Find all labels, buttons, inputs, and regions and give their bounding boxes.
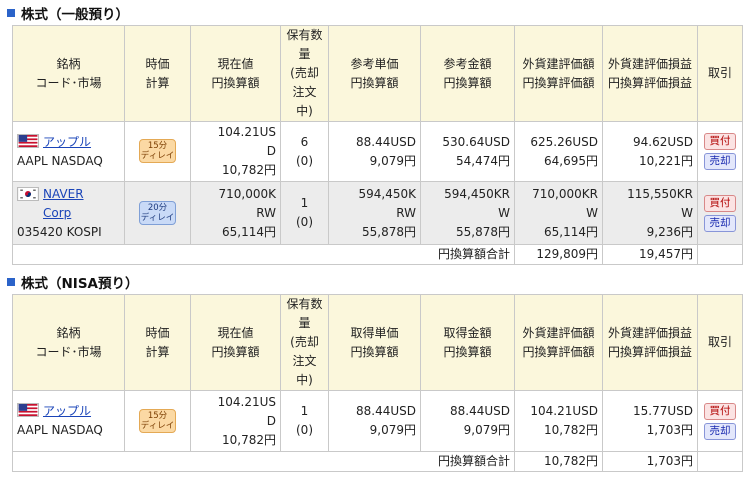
section-title-general: 株式（一般預り） <box>4 3 129 23</box>
stock-cell: アップル AAPL NASDAQ <box>12 390 125 452</box>
stock-cell: NAVER Corp 035420 KOSPI <box>12 181 125 245</box>
delay-cell: 20分 ディレイ <box>124 181 191 245</box>
stock-cell: アップル AAPL NASDAQ <box>12 121 125 182</box>
code-market: 035420 KOSPI <box>17 224 102 239</box>
eval-pl: 94.62USD 10,221円 <box>602 121 698 182</box>
buy-button[interactable]: 買付 <box>704 133 736 150</box>
quantity: 1 (0) <box>280 390 329 452</box>
eval-amount: 625.26USD 64,695円 <box>514 121 603 182</box>
trade-cell: 買付 売却 <box>697 181 743 245</box>
ref-amount: 594,450KR W 55,878円 <box>420 181 515 245</box>
current-price: 104.21US D 10,782円 <box>190 390 281 452</box>
header-quantity: 保有数 量 (売却 注文 中) <box>280 25 329 122</box>
total-row: 円換算額合計 10,782円 1,703円 <box>12 451 743 472</box>
current-price: 104.21US D 10,782円 <box>190 121 281 182</box>
header-pl: 外貨建評価損益 円換算評価損益 <box>602 25 698 122</box>
trade-cell: 買付 売却 <box>697 121 743 182</box>
us-flag-icon <box>17 133 39 148</box>
delay-cell: 15分 ディレイ <box>124 390 191 452</box>
header-current-price: 現在値 円換算額 <box>190 25 281 122</box>
square-bullet-icon <box>7 278 15 286</box>
ref-amount: 530.64USD 54,474円 <box>420 121 515 182</box>
stock-name-link[interactable]: アップル <box>43 135 91 149</box>
ref-unit: 594,450K RW 55,878円 <box>328 181 421 245</box>
header-trade: 取引 <box>697 294 743 391</box>
total-label: 円換算額合計 <box>12 244 515 265</box>
delay-cell: 15分 ディレイ <box>124 121 191 182</box>
total-row: 円換算額合計 129,809円 19,457円 <box>12 244 743 265</box>
current-price: 710,000K RW 65,114円 <box>190 181 281 245</box>
header-price-calc: 時価 計算 <box>124 25 191 122</box>
delay-badge: 15分 ディレイ <box>139 408 176 433</box>
holdings-table-general: 銘柄 コード･市場 時価 計算 現在値 円換算額 保有数 量 (売却 注文 中)… <box>12 25 743 265</box>
header-eval: 外貨建評価額 円換算評価額 <box>514 294 603 391</box>
code-market: AAPL NASDAQ <box>17 153 103 168</box>
sell-button[interactable]: 売却 <box>704 153 736 170</box>
acq-unit: 88.44USD 9,079円 <box>328 390 421 452</box>
header-ref-amount: 参考金額 円換算額 <box>420 25 515 122</box>
header-ref-unit: 参考単価 円換算額 <box>328 25 421 122</box>
eval-amount: 104.21USD 10,782円 <box>514 390 603 452</box>
header-name: 銘柄 コード･市場 <box>12 294 125 391</box>
table-row: アップル AAPL NASDAQ 15分 ディレイ 104.21US D 10,… <box>12 121 743 182</box>
square-bullet-icon <box>7 9 15 17</box>
table-header-row: 銘柄 コード･市場 時価 計算 現在値 円換算額 保有数 量 (売却 注文 中)… <box>12 294 743 391</box>
eval-amount: 710,000KR W 65,114円 <box>514 181 603 245</box>
total-eval: 129,809円 <box>514 244 603 265</box>
total-pl: 19,457円 <box>602 244 698 265</box>
header-eval: 外貨建評価額 円換算評価額 <box>514 25 603 122</box>
header-acq-unit: 取得単価 円換算額 <box>328 294 421 391</box>
trade-cell: 買付 売却 <box>697 390 743 452</box>
buy-button[interactable]: 買付 <box>704 402 736 420</box>
delay-badge: 15分 ディレイ <box>139 139 176 163</box>
stock-name-link[interactable]: アップル <box>43 404 91 418</box>
header-acq-amount: 取得金額 円換算額 <box>420 294 515 391</box>
header-trade: 取引 <box>697 25 743 122</box>
total-pl: 1,703円 <box>602 451 698 472</box>
eval-pl: 115,550KR W 9,236円 <box>602 181 698 245</box>
acq-amount: 88.44USD 9,079円 <box>420 390 515 452</box>
section-title-nisa: 株式（NISA預り） <box>4 272 139 292</box>
header-price-calc: 時価 計算 <box>124 294 191 391</box>
total-eval: 10,782円 <box>514 451 603 472</box>
sell-button[interactable]: 売却 <box>704 422 736 440</box>
header-name: 銘柄 コード･市場 <box>12 25 125 122</box>
holdings-table-nisa: 銘柄 コード･市場 時価 計算 現在値 円換算額 保有数 量 (売却 注文 中)… <box>12 294 743 472</box>
buy-button[interactable]: 買付 <box>704 194 736 212</box>
header-current-price: 現在値 円換算額 <box>190 294 281 391</box>
sell-button[interactable]: 売却 <box>704 214 736 232</box>
eval-pl: 15.77USD 1,703円 <box>602 390 698 452</box>
header-quantity: 保有数 量 (売却 注文 中) <box>280 294 329 391</box>
header-pl: 外貨建評価損益 円換算評価損益 <box>602 294 698 391</box>
delay-badge: 20分 ディレイ <box>139 200 176 225</box>
total-label: 円換算額合計 <box>12 451 515 472</box>
table-row: アップル AAPL NASDAQ 15分 ディレイ 104.21US D 10,… <box>12 390 743 452</box>
code-market: AAPL NASDAQ <box>17 423 103 437</box>
table-row: NAVER Corp 035420 KOSPI 20分 ディレイ 710,000… <box>12 181 743 245</box>
kr-flag-icon <box>17 186 39 201</box>
quantity: 6 (0) <box>280 121 329 182</box>
ref-unit: 88.44USD 9,079円 <box>328 121 421 182</box>
stock-name-link[interactable]: NAVER Corp <box>43 185 84 223</box>
us-flag-icon <box>17 403 39 417</box>
table-header-row: 銘柄 コード･市場 時価 計算 現在値 円換算額 保有数 量 (売却 注文 中)… <box>12 25 743 122</box>
quantity: 1 (0) <box>280 181 329 245</box>
